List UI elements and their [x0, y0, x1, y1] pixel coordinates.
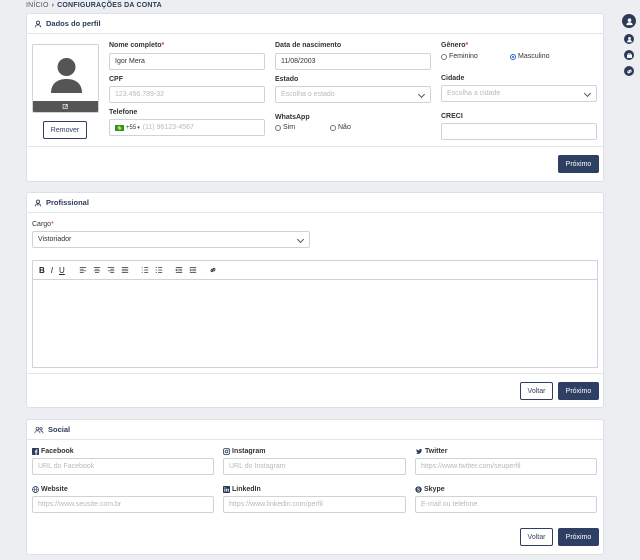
- phone-placeholder: (11) 96123-4567: [142, 124, 194, 131]
- instagram-label: Instagram: [223, 448, 265, 455]
- unordered-list-icon[interactable]: [155, 266, 163, 274]
- skype-input[interactable]: E-mail ou telefone: [415, 496, 597, 513]
- skype-label: Skype: [415, 486, 445, 493]
- skype-icon: [415, 486, 422, 493]
- role-select[interactable]: Vistoriador: [32, 231, 310, 248]
- align-left-icon[interactable]: [79, 266, 87, 274]
- creci-input[interactable]: [441, 123, 597, 140]
- radio-indicator: [275, 124, 281, 131]
- align-right-icon[interactable]: [107, 266, 115, 274]
- city-select[interactable]: Escolha a cidade: [441, 85, 597, 102]
- link-icon[interactable]: [209, 266, 217, 274]
- whatsapp-no-radio[interactable]: Não: [330, 124, 351, 131]
- gender-label: Gênero*: [441, 42, 469, 49]
- birth-label: Data de nascimento: [275, 42, 342, 49]
- radio-indicator-selected: [510, 53, 516, 60]
- role-label: Cargo*: [32, 221, 54, 228]
- social-card-header: Social: [27, 420, 603, 440]
- facebook-label: Facebook: [32, 448, 74, 455]
- professional-card-header: Profissional: [27, 193, 603, 213]
- description-editor[interactable]: [32, 279, 598, 368]
- state-label: Estado: [275, 76, 299, 83]
- professional-card: Profissional Cargo* Vistoriador B I U Vo…: [26, 192, 604, 408]
- facebook-icon: [32, 448, 39, 455]
- right-sidebar: [622, 14, 636, 76]
- bold-button[interactable]: B: [39, 266, 45, 275]
- whatsapp-yes-radio[interactable]: Sim: [275, 124, 295, 131]
- twitter-label: Twitter: [415, 448, 447, 455]
- divider: [27, 373, 603, 374]
- edit-photo-button[interactable]: [33, 101, 98, 112]
- professional-card-title: Profissional: [46, 198, 89, 207]
- radio-indicator: [330, 124, 336, 131]
- editor-toolbar: B I U: [32, 260, 598, 279]
- twitter-icon: [416, 448, 423, 454]
- website-label: Website: [32, 486, 68, 493]
- align-center-icon[interactable]: [93, 266, 101, 274]
- edit-icon: [62, 104, 68, 109]
- gender-male-radio[interactable]: Masculino: [510, 53, 550, 60]
- divider: [27, 146, 603, 147]
- profile-card-header: Dados do perfil: [27, 14, 603, 34]
- social-card: Social Facebook URL do Facebook Instagra…: [26, 419, 604, 555]
- indent-icon[interactable]: [189, 266, 197, 274]
- outdent-icon[interactable]: [174, 266, 183, 274]
- briefcase-icon: [34, 199, 42, 206]
- professional-next-button[interactable]: Próximo: [558, 382, 599, 400]
- twitter-input[interactable]: https://www.twitter.com/seuperfil: [415, 458, 597, 475]
- link-nav-icon[interactable]: [624, 66, 634, 76]
- birth-input[interactable]: 11/08/2003: [275, 53, 431, 70]
- instagram-input[interactable]: URL do Instagram: [223, 458, 406, 475]
- italic-button[interactable]: I: [51, 266, 53, 275]
- user-circle-icon[interactable]: [622, 14, 636, 28]
- website-input[interactable]: https://www.seusite.com.br: [32, 496, 214, 513]
- globe-icon: [32, 486, 39, 493]
- avatar[interactable]: [32, 44, 99, 113]
- radio-indicator: [441, 53, 447, 60]
- profile-next-button[interactable]: Próximo: [558, 155, 599, 173]
- social-card-title: Social: [48, 425, 71, 434]
- social-next-button[interactable]: Próximo: [558, 528, 599, 546]
- brazil-flag-icon: [115, 124, 124, 131]
- full-name-input[interactable]: Igor Mera: [109, 53, 265, 70]
- state-select[interactable]: Escolha o estado: [275, 86, 431, 103]
- phone-input[interactable]: +55 ▾ (11) 96123-4567: [109, 119, 265, 136]
- chevron-right-icon: ›: [51, 2, 55, 9]
- professional-back-button[interactable]: Voltar: [520, 382, 553, 400]
- city-label: Cidade: [441, 75, 465, 82]
- remove-photo-button[interactable]: Remover: [43, 121, 87, 139]
- instagram-icon: [223, 448, 230, 455]
- linkedin-icon: [223, 486, 230, 493]
- breadcrumb-home[interactable]: INÍCIO: [26, 2, 49, 9]
- profile-card: Dados do perfil Remover Nome completo* I…: [26, 13, 604, 182]
- cpf-input[interactable]: 123.456.789-32: [109, 86, 265, 103]
- cpf-label: CPF: [109, 76, 123, 83]
- ordered-list-icon[interactable]: [141, 266, 149, 274]
- breadcrumb: INÍCIO › CONFIGURAÇÕES DA CONTA: [26, 2, 162, 9]
- phone-label: Telefone: [109, 109, 138, 116]
- user-profile-nav-icon[interactable]: [624, 34, 634, 44]
- phone-country-code[interactable]: +55: [126, 125, 136, 131]
- profile-card-title: Dados do perfil: [46, 19, 101, 28]
- user-icon: [34, 20, 42, 27]
- facebook-input[interactable]: URL do Facebook: [32, 458, 214, 475]
- align-justify-icon[interactable]: [121, 266, 129, 274]
- underline-button[interactable]: U: [59, 266, 65, 275]
- full-name-label: Nome completo*: [109, 42, 165, 49]
- creci-label: CRECI: [441, 113, 463, 120]
- whatsapp-label: WhatsApp: [275, 114, 310, 121]
- social-back-button[interactable]: Voltar: [520, 528, 553, 546]
- users-icon: [34, 426, 44, 433]
- linkedin-input[interactable]: https://www.linkedin.com/perfil: [223, 496, 406, 513]
- avatar-placeholder-icon: [51, 58, 82, 93]
- linkedin-label: LinkedIn: [223, 486, 261, 493]
- gender-female-radio[interactable]: Feminino: [441, 53, 478, 60]
- chevron-down-icon: ▾: [137, 124, 140, 131]
- briefcase-nav-icon[interactable]: [624, 50, 634, 60]
- breadcrumb-current: CONFIGURAÇÕES DA CONTA: [57, 2, 162, 9]
